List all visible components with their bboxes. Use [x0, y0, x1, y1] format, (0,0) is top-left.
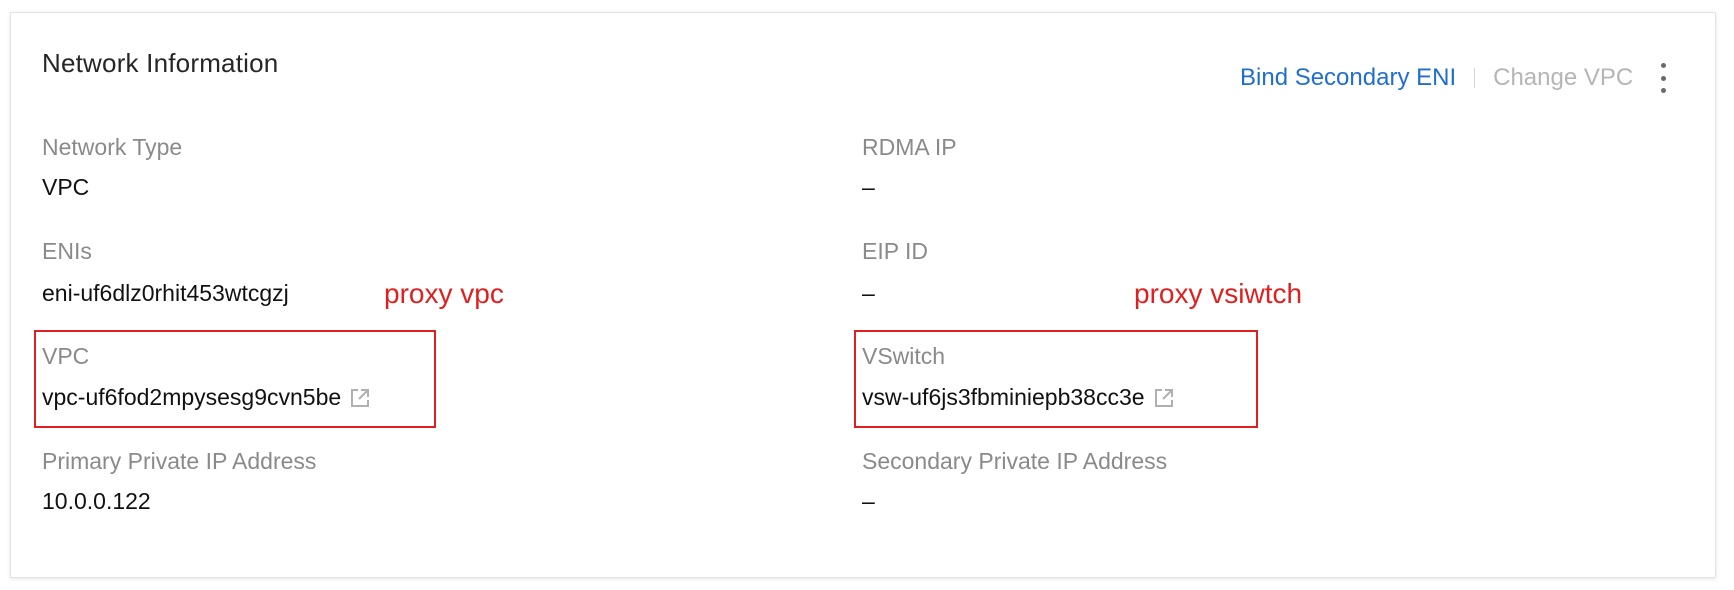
- rdma-ip-value: –: [862, 174, 875, 200]
- eip-id-value: –: [862, 280, 875, 306]
- vswitch-annotation-box: [854, 330, 1258, 428]
- change-vpc-link[interactable]: Change VPC: [1493, 64, 1633, 92]
- primary-private-ip-value: 10.0.0.122: [42, 488, 151, 514]
- proxy-vswitch-annotation: proxy vsiwtch: [1134, 278, 1303, 309]
- enis-label: ENIs: [42, 238, 92, 264]
- secondary-private-ip-label: Secondary Private IP Address: [862, 448, 1168, 474]
- action-divider: [1474, 68, 1476, 88]
- card-title: Network Information: [42, 48, 279, 78]
- vpc-annotation-box: [34, 330, 436, 428]
- proxy-vpc-annotation: proxy vpc: [384, 278, 504, 309]
- enis-value: eni-uf6dlz0rhit453wtcgzj: [42, 280, 289, 306]
- primary-private-ip-label: Primary Private IP Address: [42, 448, 317, 474]
- bind-secondary-eni-link[interactable]: Bind Secondary ENI: [1240, 64, 1456, 92]
- secondary-private-ip-value: –: [862, 488, 875, 514]
- rdma-ip-label: RDMA IP: [862, 134, 957, 160]
- network-type-label: Network Type: [42, 134, 183, 160]
- vertical-ellipsis-icon[interactable]: [1659, 63, 1667, 93]
- eip-id-label: EIP ID: [862, 238, 929, 264]
- network-type-value: VPC: [42, 174, 90, 200]
- card-actions: Bind Secondary ENI Change VPC: [1240, 62, 1667, 94]
